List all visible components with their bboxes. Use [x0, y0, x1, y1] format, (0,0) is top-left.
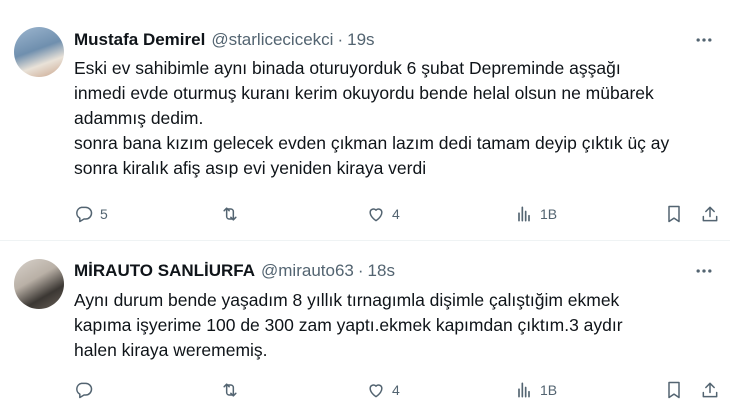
share-button[interactable]: [700, 201, 720, 227]
tweet-text-line: sonra bana kızım gelecek evden çıkman la…: [74, 133, 670, 153]
tweet-text-line: Eski ev sahibimle aynı binada oturuyordu…: [74, 58, 621, 78]
tweet[interactable]: Mustafa Demirel @starlicecicekci · 19s E…: [0, 0, 730, 240]
author-handle[interactable]: @mirauto63: [261, 261, 354, 281]
author-name[interactable]: Mustafa Demirel: [74, 30, 205, 50]
author-name[interactable]: MİRAUTO SANLİURFA: [74, 261, 255, 281]
more-icon: [696, 38, 712, 42]
view-count: 1B: [540, 206, 558, 222]
like-button[interactable]: 4: [366, 377, 400, 403]
share-icon: [702, 206, 718, 222]
bookmark-icon: [668, 205, 680, 223]
bookmark-button[interactable]: [664, 377, 684, 403]
tweet[interactable]: MİRAUTO SANLİURFA @mirauto63 · 18s Aynı …: [0, 242, 730, 420]
separator-dot: ·: [357, 261, 364, 280]
retweet-icon: [223, 383, 237, 397]
reply-button[interactable]: [74, 377, 100, 403]
timestamp[interactable]: 18s: [368, 261, 395, 281]
tweet-text: Aynı durum bende yaşadım 8 yıllık tırnag…: [74, 288, 714, 363]
avatar[interactable]: [14, 27, 64, 77]
reply-count: 5: [100, 206, 108, 222]
views-button[interactable]: 1B: [514, 201, 557, 227]
reply-icon: [76, 382, 93, 399]
more-options-button[interactable]: [692, 28, 716, 52]
tweet-text-line: inmedi evde oturmuş kuranı kerim okuyord…: [74, 83, 654, 103]
tweet-text-line: kapıma işyerime 100 de 300 zam yaptı.ekm…: [74, 315, 623, 335]
views-button[interactable]: 1B: [514, 377, 557, 403]
action-bar: 5 4 1B: [74, 201, 724, 227]
reply-button[interactable]: 5: [74, 201, 108, 227]
tweet-text: Eski ev sahibimle aynı binada oturuyordu…: [74, 56, 714, 181]
avatar[interactable]: [14, 259, 64, 309]
views-icon: [518, 382, 530, 398]
tweet-header: MİRAUTO SANLİURFA @mirauto63 · 18s: [74, 259, 395, 283]
tweet-divider: [0, 240, 730, 241]
views-icon: [518, 206, 530, 222]
like-icon: [369, 208, 383, 222]
retweet-button[interactable]: [220, 377, 246, 403]
bookmark-button[interactable]: [664, 201, 684, 227]
author-handle[interactable]: @starlicecicekci: [211, 30, 333, 50]
reply-icon: [76, 206, 93, 223]
share-button[interactable]: [700, 377, 720, 403]
tweet-text-line: halen kiraya werememiş.: [74, 340, 268, 360]
tweet-text-line: Aynı durum bende yaşadım 8 yıllık tırnag…: [74, 290, 620, 310]
bookmark-icon: [668, 381, 680, 399]
like-icon: [369, 384, 383, 398]
retweet-icon: [223, 207, 237, 221]
timestamp[interactable]: 19s: [347, 30, 374, 50]
retweet-button[interactable]: [220, 201, 246, 227]
like-count: 4: [392, 206, 400, 222]
tweet-text-line: sonra kiralık afiş asıp evi yeniden kira…: [74, 158, 427, 178]
tweet-header: Mustafa Demirel @starlicecicekci · 19s: [74, 28, 375, 52]
more-icon: [696, 269, 712, 273]
more-options-button[interactable]: [692, 259, 716, 283]
tweet-text-line: adammış dedim.: [74, 108, 204, 128]
like-count: 4: [392, 382, 400, 398]
separator-dot: ·: [337, 30, 344, 49]
view-count: 1B: [540, 382, 558, 398]
share-icon: [702, 382, 718, 398]
like-button[interactable]: 4: [366, 201, 400, 227]
action-bar: 4 1B: [74, 377, 724, 403]
